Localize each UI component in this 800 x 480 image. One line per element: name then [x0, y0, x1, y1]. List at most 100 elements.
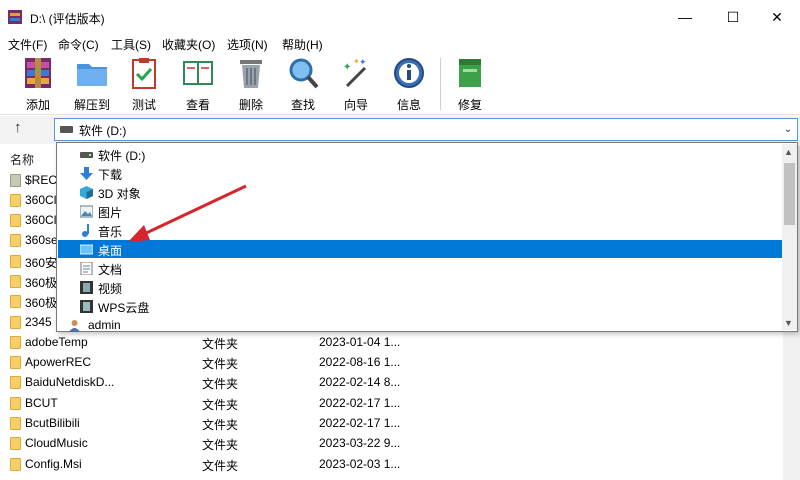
menu-help[interactable]: 帮助(H) — [282, 36, 323, 53]
close-button[interactable]: ✕ — [754, 0, 800, 34]
extract-to-button[interactable]: 解压到 — [68, 56, 116, 113]
dropdown-scroll-up-button[interactable]: ▲ — [784, 147, 793, 157]
file-date: 2023-03-22 9... — [319, 436, 401, 450]
folder-icon — [10, 316, 21, 329]
menu-options[interactable]: 选项(N) — [227, 36, 268, 53]
menu-command[interactable]: 命令(C) — [58, 36, 99, 53]
file-type: 文件夹 — [202, 377, 239, 391]
file-name: 360Cl — [25, 193, 57, 207]
menu-bar: 文件(F) 命令(C) 工具(S) 收藏夹(O) 选项(N) 帮助(H) — [0, 34, 800, 54]
extract-to-icon — [77, 64, 107, 86]
file-date: 2022-02-17 1... — [319, 416, 401, 430]
file-date: 2022-02-14 8... — [319, 375, 401, 389]
dropdown-item-label: 视频 — [98, 282, 123, 296]
table-row[interactable]: CloudMusic 文件夹 2023-03-22 9... — [0, 433, 800, 453]
repair-label: 修复 — [457, 98, 482, 112]
folder-icon — [10, 417, 21, 430]
find-magnifier-icon — [289, 58, 319, 89]
maximize-button[interactable]: ☐ — [710, 0, 756, 34]
file-name: 360se — [25, 233, 58, 247]
svg-text:✦: ✦ — [343, 62, 351, 73]
file-type: 文件夹 — [202, 459, 239, 473]
file-name: BCUT — [25, 396, 58, 410]
repair-button[interactable]: 修复 — [446, 56, 494, 113]
title-bar: D:\ (评估版本) — ☐ ✕ — [0, 0, 800, 34]
desktop-icon — [80, 244, 93, 255]
drive-icon — [60, 126, 73, 133]
user-icon — [69, 320, 80, 332]
file-date: 2023-02-03 1... — [319, 457, 401, 471]
file-name: BaiduNetdiskD... — [25, 375, 115, 389]
wizard-label: 向导 — [343, 98, 368, 112]
wps-cloud-icon — [80, 300, 93, 313]
wizard-wand-icon: ✦ ✦ ✦ — [343, 57, 367, 88]
table-row[interactable]: BaiduNetdiskD... 文件夹 2022-02-14 8... — [0, 372, 800, 392]
dropdown-item-wps-cloud[interactable]: WPS云盘 — [58, 297, 782, 315]
info-label: 信息 — [396, 98, 421, 112]
delete-button[interactable]: 删除 — [227, 56, 275, 113]
view-button[interactable]: 查看 — [174, 56, 222, 113]
dropdown-item-admin[interactable]: admin — [58, 316, 782, 334]
table-row[interactable]: Config.Msi 文件夹 2023-02-03 1... — [0, 454, 800, 474]
dropdown-item-label: 音乐 — [98, 225, 123, 239]
documents-icon — [80, 262, 93, 275]
file-type: 文件夹 — [202, 337, 239, 351]
recycle-folder-icon — [10, 174, 21, 187]
table-row[interactable]: adobeTemp 文件夹 2023-01-04 1... — [0, 332, 800, 352]
file-type: 文件夹 — [202, 418, 239, 432]
toolbar-separator — [440, 58, 441, 110]
folder-icon — [10, 214, 21, 227]
table-row[interactable]: BcutBilibili 文件夹 2022-02-17 1... — [0, 413, 800, 433]
file-date: 2022-02-17 1... — [319, 396, 401, 410]
videos-icon — [80, 281, 93, 294]
address-combobox[interactable] — [54, 118, 798, 141]
file-name: Config.Msi — [25, 457, 82, 471]
test-icon — [132, 58, 156, 89]
folder-icon — [10, 437, 21, 450]
column-header-name[interactable]: 名称 — [10, 151, 34, 168]
dropdown-scroll-down-button[interactable]: ▼ — [784, 318, 793, 328]
file-name: $REC — [25, 173, 58, 187]
up-folder-button[interactable]: ↑ — [14, 119, 22, 136]
test-button[interactable]: 测试 — [120, 56, 168, 113]
wizard-button[interactable]: ✦ ✦ ✦ 向导 — [332, 56, 380, 113]
dropdown-item-drive-d[interactable]: 软件 (D:) — [58, 145, 782, 163]
file-name: 360极 — [25, 276, 58, 290]
file-type: 文件夹 — [202, 438, 239, 452]
file-name: ApowerREC — [25, 355, 92, 369]
address-text: 软件 (D:) — [79, 124, 127, 138]
add-archive-icon — [25, 58, 51, 88]
winrar-app-icon — [8, 10, 22, 24]
dropdown-item-label: WPS云盘 — [98, 301, 150, 315]
file-date: 2023-01-04 1... — [319, 335, 401, 349]
table-row[interactable]: BCUT 文件夹 2022-02-17 1... — [0, 393, 800, 413]
file-name: CloudMusic — [25, 436, 88, 450]
3d-objects-icon — [80, 186, 93, 199]
folder-icon — [10, 376, 21, 389]
menu-file[interactable]: 文件(F) — [8, 36, 47, 53]
svg-text:✦: ✦ — [353, 57, 360, 66]
view-book-icon — [183, 61, 213, 85]
folder-icon — [10, 295, 21, 308]
menu-tools[interactable]: 工具(S) — [111, 36, 151, 53]
dropdown-scroll-thumb[interactable] — [784, 163, 795, 225]
file-name: 360极 — [25, 296, 58, 310]
svg-text:✦: ✦ — [359, 57, 367, 67]
address-dropdown-button[interactable]: ⌄ — [778, 118, 798, 141]
menu-favorites[interactable]: 收藏夹(O) — [162, 36, 215, 53]
table-row[interactable]: ApowerREC 文件夹 2022-08-16 1... — [0, 352, 800, 372]
dropdown-item-documents[interactable]: 文档 — [58, 259, 782, 277]
info-icon — [394, 58, 424, 88]
find-button[interactable]: 查找 — [279, 56, 327, 113]
file-type: 文件夹 — [202, 398, 239, 412]
folder-icon — [10, 336, 21, 349]
add-button[interactable]: 添加 — [14, 56, 62, 113]
folder-icon — [10, 397, 21, 410]
info-button[interactable]: 信息 — [385, 56, 433, 113]
file-date: 2022-08-16 1... — [319, 355, 401, 369]
file-name: BcutBilibili — [25, 416, 80, 430]
dropdown-item-videos[interactable]: 视频 — [58, 278, 782, 296]
minimize-button[interactable]: — — [662, 0, 708, 34]
dropdown-item-label: 下载 — [98, 168, 123, 182]
folder-icon — [10, 234, 21, 247]
